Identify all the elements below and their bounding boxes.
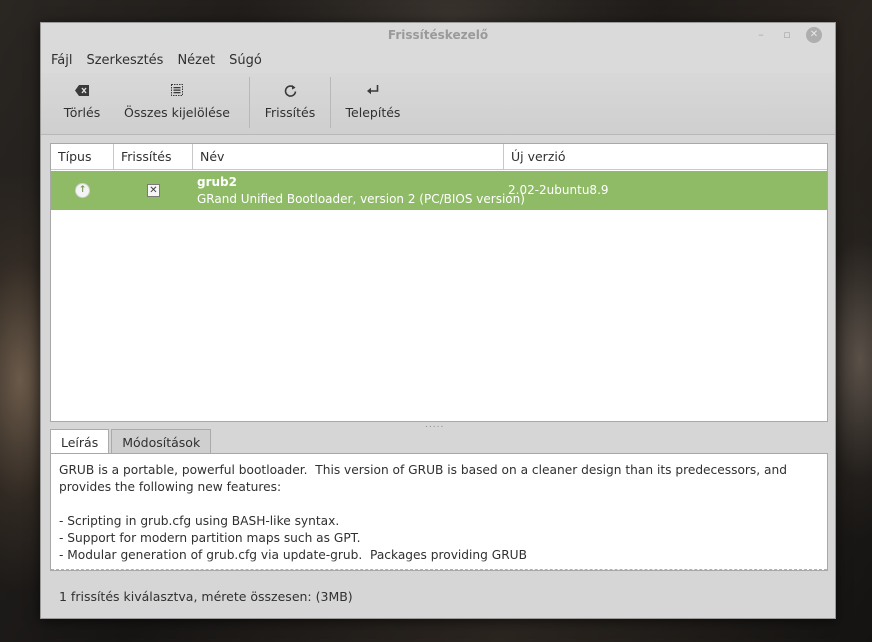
return-arrow-icon <box>364 81 382 99</box>
row-type-cell: ↑ <box>51 171 114 210</box>
update-list[interactable]: Típus Frissítés Név Új verzió ↑ ✕ grub2 … <box>50 143 828 422</box>
description-text: GRUB is a portable, powerful bootloader.… <box>59 463 787 562</box>
close-button[interactable]: ✕ <box>806 27 822 43</box>
tab-description[interactable]: Leírás <box>50 429 110 455</box>
install-label: Telepítés <box>345 105 401 120</box>
row-name-cell: grub2 GRand Unified Bootloader, version … <box>193 171 525 210</box>
update-manager-window: Frissítéskezelő – ▫ ✕ Fájl Szerkesztés N… <box>40 22 836 619</box>
select-all-icon <box>168 81 186 99</box>
column-header-name[interactable]: Név <box>193 144 504 169</box>
toolbar-separator <box>249 77 250 128</box>
menu-bar: Fájl Szerkesztés Nézet Súgó <box>41 47 835 73</box>
toolbar-separator <box>330 77 331 128</box>
select-all-label: Összes kijelölése <box>124 105 230 120</box>
table-row[interactable]: ↑ ✕ grub2 GRand Unified Bootloader, vers… <box>51 171 827 210</box>
refresh-icon <box>281 81 299 99</box>
menu-file[interactable]: Fájl <box>51 53 72 68</box>
title-bar[interactable]: Frissítéskezelő – ▫ ✕ <box>41 23 835 47</box>
menu-edit[interactable]: Szerkesztés <box>86 53 163 68</box>
upgrade-arrow-icon: ↑ <box>75 183 90 198</box>
backspace-clear-icon <box>73 81 91 99</box>
install-button[interactable]: Telepítés <box>345 73 401 134</box>
details-tabs: Leírás Módosítások <box>50 429 213 455</box>
window-title: Frissítéskezelő <box>387 28 489 42</box>
refresh-label: Frissítés <box>264 105 316 120</box>
list-header: Típus Frissítés Név Új verzió <box>51 144 827 170</box>
select-all-button[interactable]: Összes kijelölése <box>119 73 235 134</box>
toolbar: Törlés Összes kijelölése Frissítés Telep… <box>41 73 835 135</box>
tab-changes[interactable]: Módosítások <box>111 429 212 454</box>
refresh-button[interactable]: Frissítés <box>264 73 316 134</box>
column-header-type[interactable]: Típus <box>51 144 114 169</box>
status-bar: 1 frissítés kiválasztva, mérete összesen… <box>41 573 835 619</box>
description-panel[interactable]: GRUB is a portable, powerful bootloader.… <box>50 453 828 571</box>
clear-label: Törlés <box>63 105 101 120</box>
pane-resize-handle[interactable]: ..... <box>425 421 453 430</box>
column-header-update[interactable]: Frissítés <box>114 144 193 169</box>
status-text: 1 frissítés kiválasztva, mérete összesen… <box>59 589 353 604</box>
minimize-button[interactable]: – <box>753 27 769 43</box>
package-description: GRand Unified Bootloader, version 2 (PC/… <box>197 192 525 206</box>
menu-help[interactable]: Súgó <box>229 53 262 68</box>
clear-button[interactable]: Törlés <box>53 73 111 134</box>
scroll-fade <box>51 560 827 570</box>
package-name: grub2 <box>197 175 237 189</box>
row-update-cell: ✕ <box>114 171 193 210</box>
update-checkbox[interactable]: ✕ <box>147 184 160 197</box>
menu-view[interactable]: Nézet <box>177 53 215 68</box>
package-new-version: 2.02-2ubuntu8.9 <box>508 183 609 197</box>
column-header-new-version[interactable]: Új verzió <box>504 144 827 169</box>
maximize-button[interactable]: ▫ <box>779 27 795 43</box>
